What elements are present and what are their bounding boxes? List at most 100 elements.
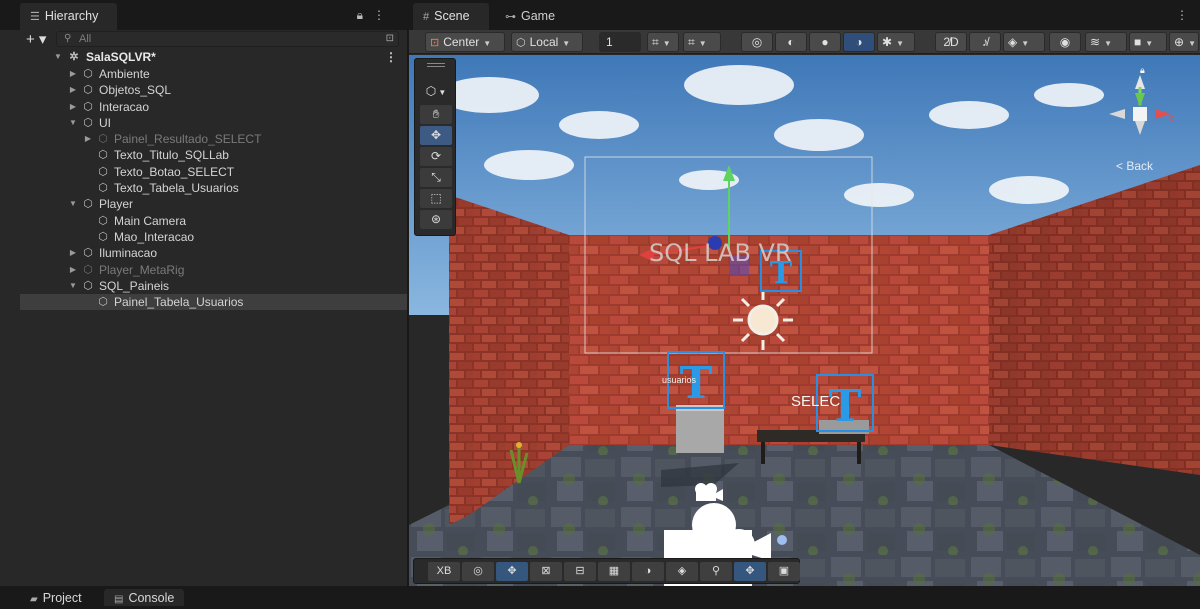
tree-item-sql-paineis[interactable]: ▼ ⬡ SQL_Paineis <box>20 278 407 294</box>
tree-item-label: Ambiente <box>99 67 150 81</box>
hierarchy-panel: ☰ Hierarchy 🔒︎⋮ + ▾ ⚲ All ⊡ ▼ ✲ SalaSQLVR… <box>0 0 408 586</box>
xr-tools-overlay: XB ◎ ✥ ⊠ ⊟ ▦ ◑ ◈ ⚲ ✥ ▣ <box>413 558 800 584</box>
expanded-arrow-icon[interactable]: ▼ <box>68 115 78 131</box>
tree-item-label: Painel_Tabela_Usuarios <box>114 295 244 310</box>
shaded-button[interactable]: ● <box>809 32 841 52</box>
tree-item-main-camera[interactable]: ⬡ Main Camera <box>20 213 407 229</box>
tree-item-mao-interacao[interactable]: ⬡ Mao_Interacao <box>20 229 407 245</box>
chevron-down-icon: ▼ <box>896 39 904 48</box>
move-gizmo-button[interactable]: ✥ <box>496 562 528 581</box>
kebab-menu-icon[interactable]: ⋮ <box>373 8 395 22</box>
back-view-label[interactable]: < Back <box>1116 159 1153 173</box>
move-icon: ✥ <box>430 128 442 142</box>
gameobject-cube-icon: ⬡ <box>83 279 93 292</box>
tree-item-player-metarig[interactable]: ▶ ⬡ Player_MetaRig <box>20 262 407 278</box>
tree-item-painel-resultado-select[interactable]: ▶ ⬡ Painel_Resultado_SELECT <box>20 131 407 147</box>
tool-context-dropdown[interactable]: ⬡ ▼ <box>419 81 453 101</box>
lock-icon[interactable]: 🔒︎ <box>357 8 373 22</box>
transform-tool-button[interactable]: ⊛ <box>420 210 452 229</box>
xb-button[interactable]: XB <box>428 562 460 581</box>
tab-scene[interactable]: # Scene <box>413 3 489 30</box>
tree-item-player[interactable]: ▼ ⬡ Player <box>20 196 407 212</box>
gizmos-icon: ⊕ <box>1174 35 1185 49</box>
tree-item-objetos-sql[interactable]: ▶ ⬡ Objetos_SQL <box>20 82 407 98</box>
tree-item-texto-botao-select[interactable]: ⬡ Texto_Botao_SELECT <box>20 164 407 180</box>
gameobject-cube-icon: ⬡ <box>83 247 93 260</box>
tab-hierarchy[interactable]: ☰ Hierarchy <box>20 3 117 30</box>
rect-icon: ⬚ <box>430 191 442 205</box>
tree-item-label: Mao_Interacao <box>114 229 195 244</box>
collapsed-arrow-icon[interactable]: ▶ <box>68 262 78 278</box>
tree-item-ui[interactable]: ▼ ⬡ UI <box>20 115 407 131</box>
rect-tool-button[interactable]: ⬚ <box>420 189 452 208</box>
camera-tool-button[interactable]: ▣ <box>768 562 800 581</box>
shaded-wireframe-button[interactable]: ◐ <box>775 32 807 52</box>
hand-tool-button[interactable]: ✋︎ <box>420 105 452 124</box>
unity-scene-icon: ✲ <box>69 51 79 63</box>
overlay-grip[interactable] <box>427 63 445 67</box>
collapsed-arrow-icon[interactable]: ▶ <box>68 66 78 82</box>
align-button[interactable]: ⊟ <box>564 562 596 581</box>
rotate-tool-button[interactable]: ⟳ <box>420 147 452 166</box>
kebab-menu-icon[interactable]: ⋮ <box>385 49 397 65</box>
scale-tool-button[interactable]: ⤡ <box>420 168 452 187</box>
console-icon: ▤ <box>114 594 124 605</box>
collapsed-arrow-icon[interactable]: ▶ <box>68 99 78 115</box>
tree-item-texto-tabela-usuarios[interactable]: ⬡ Texto_Tabela_Usuarios <box>20 180 407 196</box>
kebab-menu-icon[interactable]: ⋮ <box>1176 8 1188 22</box>
pivot-dropdown[interactable]: ⊡ Center ▼ <box>425 32 505 52</box>
layers-button[interactable]: ≋ ▼ <box>1085 32 1127 52</box>
scene-root-row[interactable]: ▼ ✲ SalaSQLVR* ⋮ <box>20 49 407 66</box>
tree-item-interacao[interactable]: ▶ ⬡ Interacao <box>20 99 407 115</box>
tab-scene-label: Scene <box>434 9 470 23</box>
audio-toggle-button[interactable]: ♪̸ <box>969 32 1001 52</box>
gameobject-cube-icon: ⬡ <box>98 214 108 227</box>
snap-increment-field[interactable]: 1 <box>599 32 641 52</box>
snap-tool-button[interactable]: ⊠ <box>530 562 562 581</box>
list-icon: ☰ <box>30 11 40 23</box>
tree-item-iluminacao[interactable]: ▶ ⬡ Iluminacao <box>20 245 407 261</box>
tab-game[interactable]: ⊶ Game <box>495 3 565 30</box>
tab-console[interactable]: ▤ Console <box>104 589 185 606</box>
scene-viewport[interactable]: T T T x 🔒︎ SQL LAB VR usuarios SELEC < B… <box>409 55 1200 586</box>
search-input[interactable]: ⚲ All ⊡ <box>56 31 399 47</box>
wireframe-shading-button[interactable]: ◎ <box>741 32 773 52</box>
hierarchy-tabbar: ☰ Hierarchy 🔒︎⋮ <box>0 0 407 30</box>
grid-tool-button[interactable]: ▦ <box>598 562 630 581</box>
tree-item-texto-titulo-sqllab[interactable]: ⬡ Texto_Titulo_SQLLab <box>20 147 407 163</box>
collapsed-arrow-icon[interactable]: ▶ <box>83 131 93 147</box>
collapsed-arrow-icon[interactable]: ▶ <box>68 245 78 261</box>
tree-item-ambiente[interactable]: ▶ ⬡ Ambiente <box>20 66 407 82</box>
space-dropdown[interactable]: ⬡ Local ▼ <box>511 32 583 52</box>
move-tool-button[interactable]: ✥ <box>420 126 452 145</box>
tree-item-label: Texto_Titulo_SQLLab <box>114 148 229 163</box>
gizmos-button[interactable]: ⊕ ▼ <box>1169 32 1199 52</box>
search-filter-icon[interactable]: ⊡ <box>386 32 394 46</box>
scene-visibility-button[interactable]: ◉ <box>1049 32 1081 52</box>
gameobject-cube-icon: ⬡ <box>98 230 108 243</box>
camera-settings-button[interactable]: ■ ▼ <box>1129 32 1167 52</box>
compass-button[interactable]: ◎ <box>462 562 494 581</box>
grid-snap-button[interactable]: ⌗ ▼ <box>647 32 679 52</box>
expanded-arrow-icon[interactable]: ▼ <box>68 278 78 294</box>
add-button[interactable]: + ▾ <box>26 30 54 48</box>
expand-arrow-icon[interactable]: ▼ <box>53 49 63 65</box>
grid-snap-icon: ⌗ <box>652 35 659 49</box>
lighting-toggle-button[interactable]: ◑ <box>632 562 664 581</box>
tab-project[interactable]: ▰ Project <box>20 589 92 606</box>
expanded-arrow-icon[interactable]: ▼ <box>68 196 78 212</box>
lighting-mode-button[interactable]: ◑ <box>843 32 875 52</box>
tree-item-painel-tabela-usuarios[interactable]: ⬡ Painel_Tabela_Usuarios <box>20 294 407 311</box>
collapsed-arrow-icon[interactable]: ▶ <box>68 82 78 98</box>
lighting-icon: ◑ <box>855 35 863 49</box>
search-tool-button[interactable]: ⚲ <box>700 562 732 581</box>
2d-toggle-button[interactable]: 2̸D <box>935 32 967 52</box>
gameobject-cube-icon: ⬡ <box>98 182 108 195</box>
grid-visibility-button[interactable]: ⌗ ▼ <box>683 32 721 52</box>
effects-button[interactable]: ◈ ▼ <box>1003 32 1045 52</box>
pivot-tool-button[interactable]: ✥ <box>734 562 766 581</box>
layers-tool-button[interactable]: ◈ <box>666 562 698 581</box>
debug-draw-button[interactable]: ✱ ▼ <box>877 32 915 52</box>
pivot-icon: ✥ <box>745 565 755 577</box>
camera-icon: ■ <box>1134 35 1142 49</box>
